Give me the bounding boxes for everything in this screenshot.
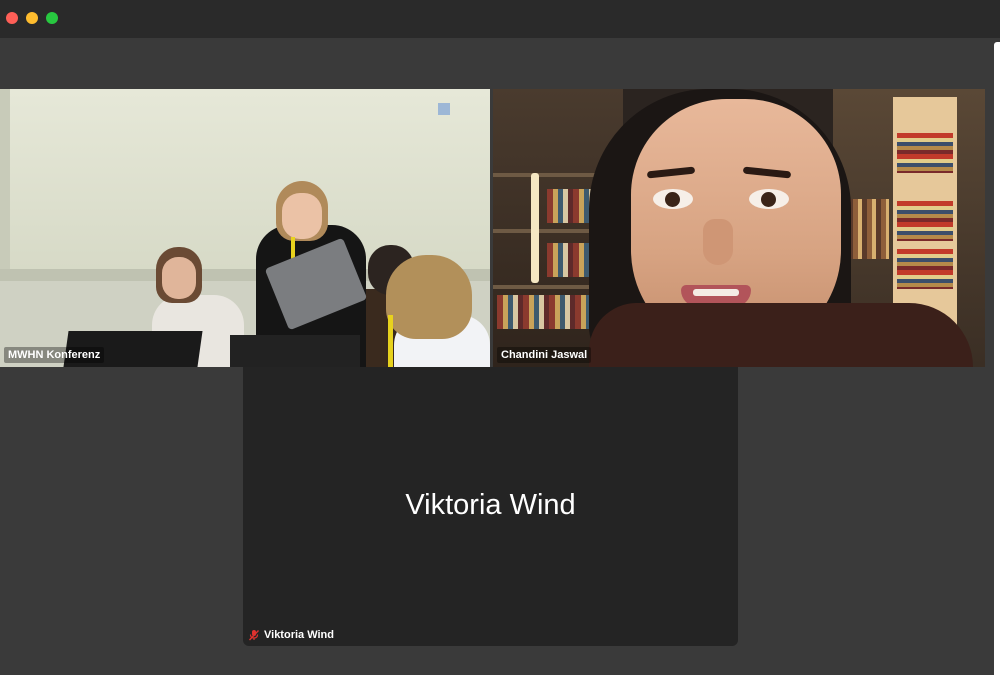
scrollbar[interactable] (994, 42, 1000, 675)
video-background (497, 295, 597, 329)
participant-name-label: MWHN Konferenz (4, 347, 105, 363)
video-person (749, 189, 789, 209)
video-tile-viktoria-wind[interactable]: Viktoria Wind Viktoria Wind (243, 367, 738, 646)
participant-name-label: Chandini Jaswal (497, 347, 592, 363)
participant-name-label: Viktoria Wind (248, 629, 334, 641)
participant-display-name: Viktoria Wind (405, 489, 576, 521)
video-background (0, 89, 490, 269)
video-background (0, 89, 10, 269)
video-call-window: MWHN Konferenz Chandini Jaswal Viktoria … (0, 0, 1000, 675)
video-person (653, 189, 693, 209)
minimize-window-button[interactable] (26, 12, 38, 24)
zoom-window-button[interactable] (46, 12, 58, 24)
video-person (589, 303, 973, 367)
video-person (162, 257, 196, 299)
video-person (703, 219, 733, 265)
video-background (897, 249, 953, 289)
video-background (531, 173, 539, 283)
title-bar (0, 0, 1000, 38)
video-person (282, 193, 322, 239)
video-object-desk (230, 335, 360, 367)
video-person (388, 315, 393, 367)
participant-name-text: Viktoria Wind (264, 629, 334, 641)
mic-muted-icon (248, 630, 260, 641)
close-window-button[interactable] (6, 12, 18, 24)
video-background (897, 133, 953, 173)
video-tile-mwhn-konferenz[interactable]: MWHN Konferenz (0, 89, 490, 367)
video-person (386, 255, 472, 339)
video-tile-chandini-jaswal[interactable]: Chandini Jaswal (493, 89, 985, 367)
video-background (438, 103, 450, 115)
video-background (897, 201, 953, 241)
